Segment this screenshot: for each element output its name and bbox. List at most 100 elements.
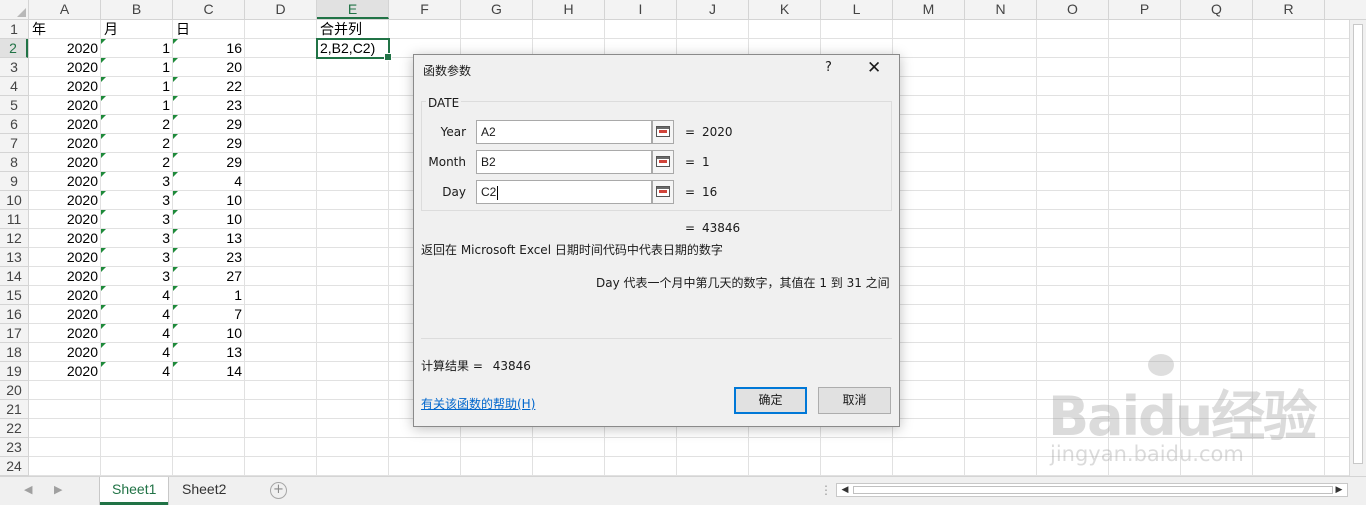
data-cell[interactable]: 2020 [29,39,101,58]
data-cell[interactable]: 14 [173,362,245,381]
data-cell[interactable]: 2020 [29,267,101,286]
column-header-h[interactable]: H [533,0,605,19]
data-cell[interactable]: 4 [101,286,173,305]
data-cell[interactable]: 2020 [29,286,101,305]
next-sheet-arrow-icon[interactable]: ▶ [54,483,62,496]
column-header-b[interactable]: B [101,0,173,19]
row-header-2[interactable]: 2 [0,39,28,58]
tab-sheet2[interactable]: Sheet2 [170,477,238,502]
column-header-k[interactable]: K [749,0,821,19]
data-cell[interactable]: 10 [173,324,245,343]
row-header-6[interactable]: 6 [0,115,28,134]
column-header-p[interactable]: P [1109,0,1181,19]
vertical-scrollbar[interactable] [1349,20,1366,476]
data-cell[interactable]: 29 [173,115,245,134]
row-header-17[interactable]: 17 [0,324,28,343]
data-cell[interactable]: 2020 [29,229,101,248]
day-input[interactable]: C2 [476,180,652,204]
row-header-16[interactable]: 16 [0,305,28,324]
row-header-24[interactable]: 24 [0,457,28,476]
column-header-e[interactable]: E [317,0,389,19]
data-cell[interactable]: 2 [101,153,173,172]
data-cell[interactable]: 2020 [29,191,101,210]
scroll-right-icon[interactable]: ▶ [1333,483,1345,497]
column-header-d[interactable]: D [245,0,317,19]
column-header-a[interactable]: A [29,0,101,19]
data-cell[interactable]: 2020 [29,58,101,77]
row-header-5[interactable]: 5 [0,96,28,115]
horizontal-scroll-thumb[interactable] [853,486,1333,494]
row-header-12[interactable]: 12 [0,229,28,248]
data-cell[interactable]: 1 [101,58,173,77]
data-cell[interactable]: 3 [101,172,173,191]
data-cell[interactable]: 2020 [29,362,101,381]
close-icon[interactable]: ✕ [867,58,881,78]
column-header-q[interactable]: Q [1181,0,1253,19]
column-header-n[interactable]: N [965,0,1037,19]
row-header-14[interactable]: 14 [0,267,28,286]
fill-handle[interactable] [384,53,392,61]
data-cell[interactable]: 3 [101,229,173,248]
row-header-8[interactable]: 8 [0,153,28,172]
row-header-1[interactable]: 1 [0,20,28,39]
data-cell[interactable]: 20 [173,58,245,77]
data-cell[interactable]: 1 [173,286,245,305]
data-cell[interactable]: 3 [101,248,173,267]
row-header-3[interactable]: 3 [0,58,28,77]
vertical-scroll-thumb[interactable] [1353,24,1363,464]
data-cell[interactable]: 2020 [29,210,101,229]
row-header-4[interactable]: 4 [0,77,28,96]
column-header-o[interactable]: O [1037,0,1109,19]
row-header-22[interactable]: 22 [0,419,28,438]
data-cell[interactable]: 2 [101,134,173,153]
year-collapse-button[interactable] [652,120,674,144]
selected-cell-e2[interactable]: 2,B2,C2) [316,38,392,61]
data-cell[interactable]: 29 [173,153,245,172]
header-cell-b[interactable]: 月 [101,20,173,39]
data-cell[interactable]: 3 [101,210,173,229]
scroll-left-icon[interactable]: ◀ [839,483,851,497]
header-cell-c[interactable]: 日 [173,20,245,39]
data-cell[interactable]: 29 [173,134,245,153]
horizontal-scrollbar[interactable]: ◀ ▶ [836,483,1348,497]
data-cell[interactable]: 4 [101,305,173,324]
row-header-9[interactable]: 9 [0,172,28,191]
prev-sheet-arrow-icon[interactable]: ◀ [24,483,32,496]
data-cell[interactable]: 23 [173,96,245,115]
data-cell[interactable]: 2020 [29,248,101,267]
column-header-r[interactable]: R [1253,0,1325,19]
data-cell[interactable]: 1 [101,96,173,115]
tab-sheet1[interactable]: Sheet1 [100,477,169,505]
data-cell[interactable]: 2020 [29,172,101,191]
header-cell-e[interactable]: 合并列 [317,20,389,39]
data-cell[interactable]: 1 [101,77,173,96]
column-header-g[interactable]: G [461,0,533,19]
data-cell[interactable]: 2020 [29,153,101,172]
data-cell[interactable]: 16 [173,39,245,58]
row-header-23[interactable]: 23 [0,438,28,457]
data-cell[interactable]: 1 [101,39,173,58]
tab-split-handle-icon[interactable]: ⋮ [820,483,832,497]
row-header-15[interactable]: 15 [0,286,28,305]
row-header-18[interactable]: 18 [0,343,28,362]
data-cell[interactable]: 4 [101,362,173,381]
data-cell[interactable]: 23 [173,248,245,267]
row-header-19[interactable]: 19 [0,362,28,381]
row-header-7[interactable]: 7 [0,134,28,153]
day-collapse-button[interactable] [652,180,674,204]
month-collapse-button[interactable] [652,150,674,174]
data-cell[interactable]: 22 [173,77,245,96]
data-cell[interactable]: 2020 [29,305,101,324]
column-header-c[interactable]: C [173,0,245,19]
data-cell[interactable]: 4 [101,343,173,362]
ok-button[interactable]: 确定 [734,387,807,414]
data-cell[interactable]: 2 [101,115,173,134]
help-icon[interactable]: ? [825,60,832,75]
function-help-link[interactable]: 有关该函数的帮助(H) [421,395,535,412]
data-cell[interactable]: 7 [173,305,245,324]
data-cell[interactable]: 3 [101,191,173,210]
row-header-10[interactable]: 10 [0,191,28,210]
data-cell[interactable]: 2020 [29,77,101,96]
data-cell[interactable]: 2020 [29,115,101,134]
column-header-j[interactable]: J [677,0,749,19]
